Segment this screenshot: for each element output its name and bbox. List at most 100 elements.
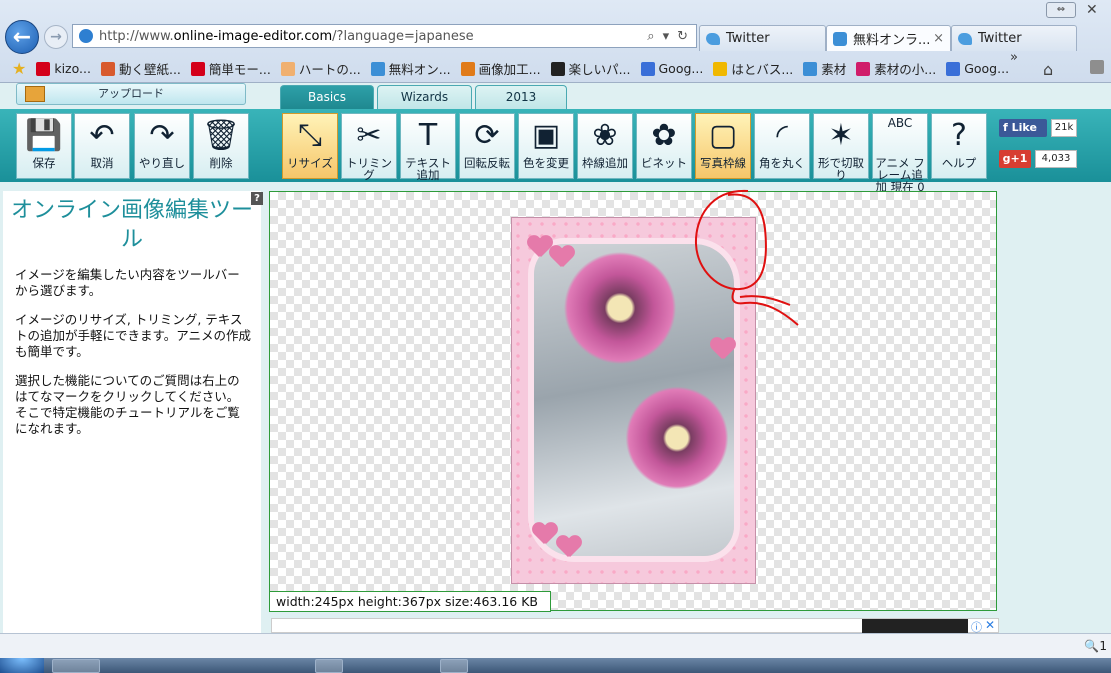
tool-vignette-button[interactable]: ✿ ビネット [636,113,692,179]
dropdown-icon[interactable]: ▾ [663,29,670,44]
window-restore-button[interactable]: ⇔ [1046,2,1076,18]
tool-undo-button[interactable]: ↶ 取消 [74,113,130,179]
image-canvas[interactable] [269,191,997,611]
feeds-icon[interactable] [1090,60,1104,74]
tool-resize-button[interactable]: ⤡ リサイズ [282,113,338,179]
taskbar-item[interactable] [52,659,100,673]
info-panel: オンライン画像編集ツール イメージを編集したい内容をツールバーから選びます。 イ… [3,191,261,633]
favorite-item[interactable]: 動く壁紙... [100,59,181,78]
tab-twitter-1[interactable]: Twitter [699,25,826,51]
favorite-item[interactable]: 無料オン... [370,59,451,78]
tool-label: 写真枠線 [700,156,746,170]
tab-twitter-2[interactable]: Twitter [951,25,1077,51]
tool-color-change-button[interactable]: ▣ 色を変更 [518,113,574,179]
favorite-item[interactable]: はとバス... [713,59,793,78]
tool-label: 保存 [32,156,56,170]
resize-icon: ⤡ [298,118,322,153]
tool-border-button[interactable]: ❀ 枠線追加 [577,113,633,179]
google-plus-icon: g [1002,152,1011,165]
tool-label: 回転反転 [464,156,510,170]
google-plus-button[interactable]: g+1 [999,150,1031,168]
ie-icon [803,61,818,76]
tab-2013[interactable]: 2013 [475,85,567,109]
tab-wizards[interactable]: Wizards [377,85,472,109]
favorite-label: 無料オン... [388,62,451,77]
kakou-icon [460,61,475,76]
browser-chrome: ← → http://www.online-image-editor.com/?… [0,0,1111,83]
taskbar-item[interactable] [315,659,343,673]
favorites-more-button[interactable]: » [1010,50,1018,65]
zoom-icon: 🔍 [1084,639,1100,653]
google-icon [640,61,655,76]
tab-close-icon[interactable]: × [933,31,944,46]
favorite-item[interactable]: kizo... [36,59,91,78]
border-icon: ❀ [592,118,618,153]
facebook-like-button[interactable]: f Like [999,119,1047,137]
tab-online-image-editor[interactable]: 無料オンラ... × [826,25,951,51]
start-button[interactable] [0,658,44,673]
tool-redo-button[interactable]: ↷ やり直し [134,113,190,179]
x-icon [550,61,565,76]
favorite-item[interactable]: 画像加工... [460,59,541,78]
tool-shape-cut-button[interactable]: ✶ 形で切取り [813,113,869,182]
tool-label: やり直し [139,156,185,170]
edited-image[interactable] [511,217,756,584]
heart-graphic [710,338,736,360]
tab-basics[interactable]: Basics [280,85,374,109]
tool-scissors-button[interactable]: ✂ トリミング [341,113,397,181]
favorite-label: kizo... [54,61,91,76]
bus-icon [713,61,728,76]
zoom-level[interactable]: 🔍1 [1084,639,1107,653]
tool-label: ヘルプ [941,156,977,170]
favorite-item[interactable]: 素材の小... [856,59,936,78]
favorite-item[interactable]: 素材 [803,59,846,78]
refresh-icon[interactable]: ↻ [677,29,688,44]
favorite-label: ハートの... [298,62,361,77]
taskbar-item[interactable] [440,659,468,673]
animation-icon: ABC [887,116,913,130]
redo-icon: ↷ [149,118,175,153]
ad-banner[interactable]: ⓘ ✕ [271,618,999,634]
favorite-item[interactable]: Goog... [946,59,1009,78]
favorite-label: Goog... [658,61,704,76]
ad-image[interactable] [862,619,968,633]
tool-rotate-button[interactable]: ⟳ 回転反転 [459,113,515,179]
favorites-bar: ★ kizo... 動く壁紙... 簡単モー... ハートの... 無料オン... 画像加… [0,55,1111,82]
favorite-label: 簡単モー... [208,62,271,77]
tool-delete-button[interactable]: 🗑 削除 [193,113,249,179]
tab-label: 無料オンラ... [853,33,931,48]
tool-label: 形で切取り [818,156,864,182]
tool-animation-button[interactable]: ABC アニメ フレーム追加 現在 0 [872,113,928,193]
favorite-label: 動く壁紙... [118,62,181,77]
upload-button[interactable]: アップロード [16,83,246,105]
home-icon[interactable]: ⌂ [1043,60,1053,79]
window-close-button[interactable]: ✕ [1086,2,1098,18]
wallpaper-icon [100,61,115,76]
tool-photo-frame-button[interactable]: ▢ 写真枠線 [695,113,751,179]
browser-status-bar: 🔍1 [0,633,1111,658]
forward-button[interactable]: → [44,25,68,49]
tool-label: ビネット [641,156,687,170]
address-bar[interactable]: http://www.online-image-editor.com/?lang… [72,24,697,48]
round-corner-icon: ◜ [776,118,788,153]
help-question-icon[interactable]: ? [251,192,263,205]
address-text[interactable]: http://www.online-image-editor.com/?lang… [99,29,647,44]
back-button[interactable]: ← [5,20,39,54]
favorite-item[interactable]: 簡単モー... [190,59,271,78]
tool-help-button[interactable]: ? ヘルプ [931,113,987,179]
flower-graphic [560,248,680,368]
ad-close-icon[interactable]: ✕ [985,618,995,632]
favorite-item[interactable]: ハートの... [280,59,361,78]
text-add-icon: T [418,118,438,153]
tool-save-button[interactable]: 💾 保存 [16,113,72,179]
favorites-star-icon[interactable]: ★ [12,59,26,78]
twitter-bird-icon [958,32,972,45]
favorite-item[interactable]: 楽しいパ... [550,59,631,78]
favorite-item[interactable]: Goog... [640,59,704,78]
search-icon[interactable]: ⌕ [647,29,654,44]
tool-label: テキスト追加 [405,156,451,182]
tool-text-add-button[interactable]: T テキスト追加 [400,113,456,182]
m-icon [856,61,871,76]
tool-round-corner-button[interactable]: ◜ 角を丸く [754,113,810,179]
forward-arrow-icon: → [50,29,62,45]
